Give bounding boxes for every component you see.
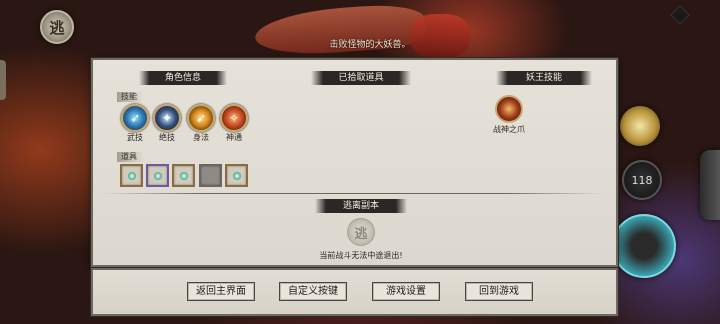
escape-button-icon[interactable]: 逃	[347, 218, 375, 246]
demon-skill-label: 战神之爪	[493, 125, 525, 134]
gem-icon	[232, 171, 241, 180]
menu-bar: 返回主界面 自定义按键 游戏设置 回到游戏	[91, 268, 618, 316]
item-slot-4-empty[interactable]	[199, 164, 222, 187]
skill-slot-4[interactable]: ✧ 神通	[219, 104, 249, 143]
items-tag: 道具	[117, 152, 143, 162]
demon-king-skills-title: 妖王技能	[496, 71, 592, 85]
cooldown-counter: 118	[631, 173, 653, 187]
quest-objective: 击败怪物的大妖兽。	[329, 40, 411, 50]
skill-slot-1[interactable]: ➶ 武技	[120, 104, 150, 143]
escape-emblem-icon[interactable]: 逃	[40, 10, 74, 44]
side-skill-tab[interactable]	[700, 150, 720, 220]
menu-diamond-icon[interactable]	[670, 5, 690, 25]
skill-cooldown-button[interactable]: 118	[622, 160, 662, 200]
movement-skill-icon: ➹	[187, 104, 215, 132]
gem-icon	[127, 171, 136, 180]
item-slot-1[interactable]	[120, 164, 143, 187]
item-slot-2[interactable]	[146, 164, 169, 187]
skills-tag: 技能	[117, 92, 143, 102]
gem-icon	[179, 171, 188, 180]
pause-panel: 角色信息 已拾取道具 妖王技能 技能 ➶ 武技 ✦ 绝技 ➹ 身法 ✧ 神通 道…	[91, 58, 618, 267]
escape-message: 当前战斗无法中途退出!	[319, 251, 403, 260]
divine-skill-icon: ✧	[220, 104, 248, 132]
main-menu-button[interactable]: 返回主界面	[187, 282, 255, 301]
game-settings-button[interactable]: 游戏设置	[372, 282, 440, 301]
item-slot-5[interactable]	[225, 164, 248, 187]
left-drawer-tab[interactable]	[0, 60, 6, 100]
main-attack-button[interactable]	[612, 214, 676, 278]
boss-creature-head	[410, 14, 470, 58]
escape-dungeon-title: 逃离副本	[315, 199, 407, 213]
back-to-game-button[interactable]: 回到游戏	[465, 282, 533, 301]
attack-skill-button[interactable]	[620, 106, 660, 146]
skill-label: 神通	[226, 133, 242, 142]
item-slot-3[interactable]	[172, 164, 195, 187]
skill-slot-3[interactable]: ➹ 身法	[186, 104, 216, 143]
ultimate-skill-icon: ✦	[153, 104, 181, 132]
blade-skill-icon: ➶	[121, 104, 149, 132]
picked-items-title: 已拾取道具	[311, 71, 411, 85]
skill-label: 武技	[127, 133, 143, 142]
skill-label: 身法	[193, 133, 209, 142]
skill-slot-2[interactable]: ✦ 绝技	[152, 104, 182, 143]
demon-skill-slot[interactable]: 战神之爪	[492, 95, 526, 135]
section-divider	[103, 193, 603, 194]
gem-icon	[153, 171, 162, 180]
custom-keys-button[interactable]: 自定义按键	[279, 282, 347, 301]
skill-label: 绝技	[159, 133, 175, 142]
war-god-claw-icon	[495, 95, 523, 123]
role-info-title: 角色信息	[139, 71, 227, 85]
